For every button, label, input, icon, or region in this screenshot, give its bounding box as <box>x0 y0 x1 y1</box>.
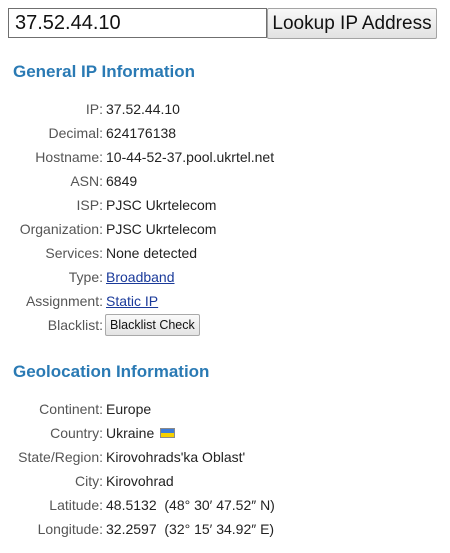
hostname-row: Hostname: 10-44-52-37.pool.ukrtel.net <box>0 146 450 170</box>
state-region-value: Kirovohrads'ka Oblast' <box>106 449 246 465</box>
country-value-container: Ukraine <box>106 425 176 441</box>
asn-label: ASN: <box>70 173 103 189</box>
services-label: Services: <box>45 245 103 261</box>
flag-bottom-stripe <box>161 433 175 437</box>
hostname-label: Hostname: <box>35 149 103 165</box>
continent-value: Europe <box>106 401 152 417</box>
lookup-bar: Lookup IP Address <box>8 8 438 40</box>
lookup-ip-address-button[interactable]: Lookup IP Address <box>267 8 437 39</box>
blacklist-row: Blacklist: Blacklist Check <box>0 314 450 338</box>
organization-value: PJSC Ukrtelecom <box>106 221 217 237</box>
type-broadband-link[interactable]: Broadband <box>106 269 175 285</box>
assignment-row: Assignment: Static IP <box>0 290 450 314</box>
city-value: Kirovohrad <box>106 473 174 489</box>
ip-row: IP: 37.52.44.10 <box>0 98 450 122</box>
longitude-value: 32.2597 (32° 15′ 34.92″ E) <box>106 521 275 537</box>
services-row: Services: None detected <box>0 242 450 266</box>
geolocation-information-heading: Geolocation Information <box>13 362 210 381</box>
type-label: Type: <box>68 269 103 285</box>
type-row: Type: Broadband <box>0 266 450 290</box>
ukraine-flag-icon <box>160 428 176 438</box>
asn-row: ASN: 6849 <box>0 170 450 194</box>
blacklist-check-button[interactable]: Blacklist Check <box>105 314 200 336</box>
isp-label: ISP: <box>76 197 103 213</box>
continent-label: Continent: <box>39 401 103 417</box>
longitude-row: Longitude: 32.2597 (32° 15′ 34.92″ E) <box>0 518 450 542</box>
latitude-value: 48.5132 (48° 30′ 47.52″ N) <box>106 497 275 513</box>
city-row: City: Kirovohrad <box>0 470 450 494</box>
city-label: City: <box>75 473 103 489</box>
longitude-label: Longitude: <box>37 521 103 537</box>
blacklist-label: Blacklist: <box>47 317 103 333</box>
assignment-static-ip-link[interactable]: Static IP <box>106 293 158 309</box>
state-region-label: State/Region: <box>18 449 103 465</box>
hostname-value: 10-44-52-37.pool.ukrtel.net <box>106 149 275 165</box>
ip-value: 37.52.44.10 <box>106 101 180 117</box>
ip-label: IP: <box>85 101 103 117</box>
assignment-label: Assignment: <box>25 293 103 309</box>
general-ip-information-heading: General IP Information <box>13 62 196 81</box>
decimal-label: Decimal: <box>48 125 103 141</box>
ip-address-input[interactable] <box>8 8 267 38</box>
organization-label: Organization: <box>19 221 103 237</box>
isp-row: ISP: PJSC Ukrtelecom <box>0 194 450 218</box>
country-label: Country: <box>50 425 103 441</box>
continent-row: Continent: Europe <box>0 398 450 422</box>
decimal-value: 624176138 <box>106 125 177 141</box>
country-row: Country: Ukraine <box>0 422 450 446</box>
organization-row: Organization: PJSC Ukrtelecom <box>0 218 450 242</box>
latitude-label: Latitude: <box>49 497 103 513</box>
services-value: None detected <box>106 245 198 261</box>
decimal-row: Decimal: 624176138 <box>0 122 450 146</box>
country-value: Ukraine <box>106 425 155 441</box>
isp-value: PJSC Ukrtelecom <box>106 197 217 213</box>
state-region-row: State/Region: Kirovohrads'ka Oblast' <box>0 446 450 470</box>
latitude-row: Latitude: 48.5132 (48° 30′ 47.52″ N) <box>0 494 450 518</box>
asn-value: 6849 <box>106 173 138 189</box>
